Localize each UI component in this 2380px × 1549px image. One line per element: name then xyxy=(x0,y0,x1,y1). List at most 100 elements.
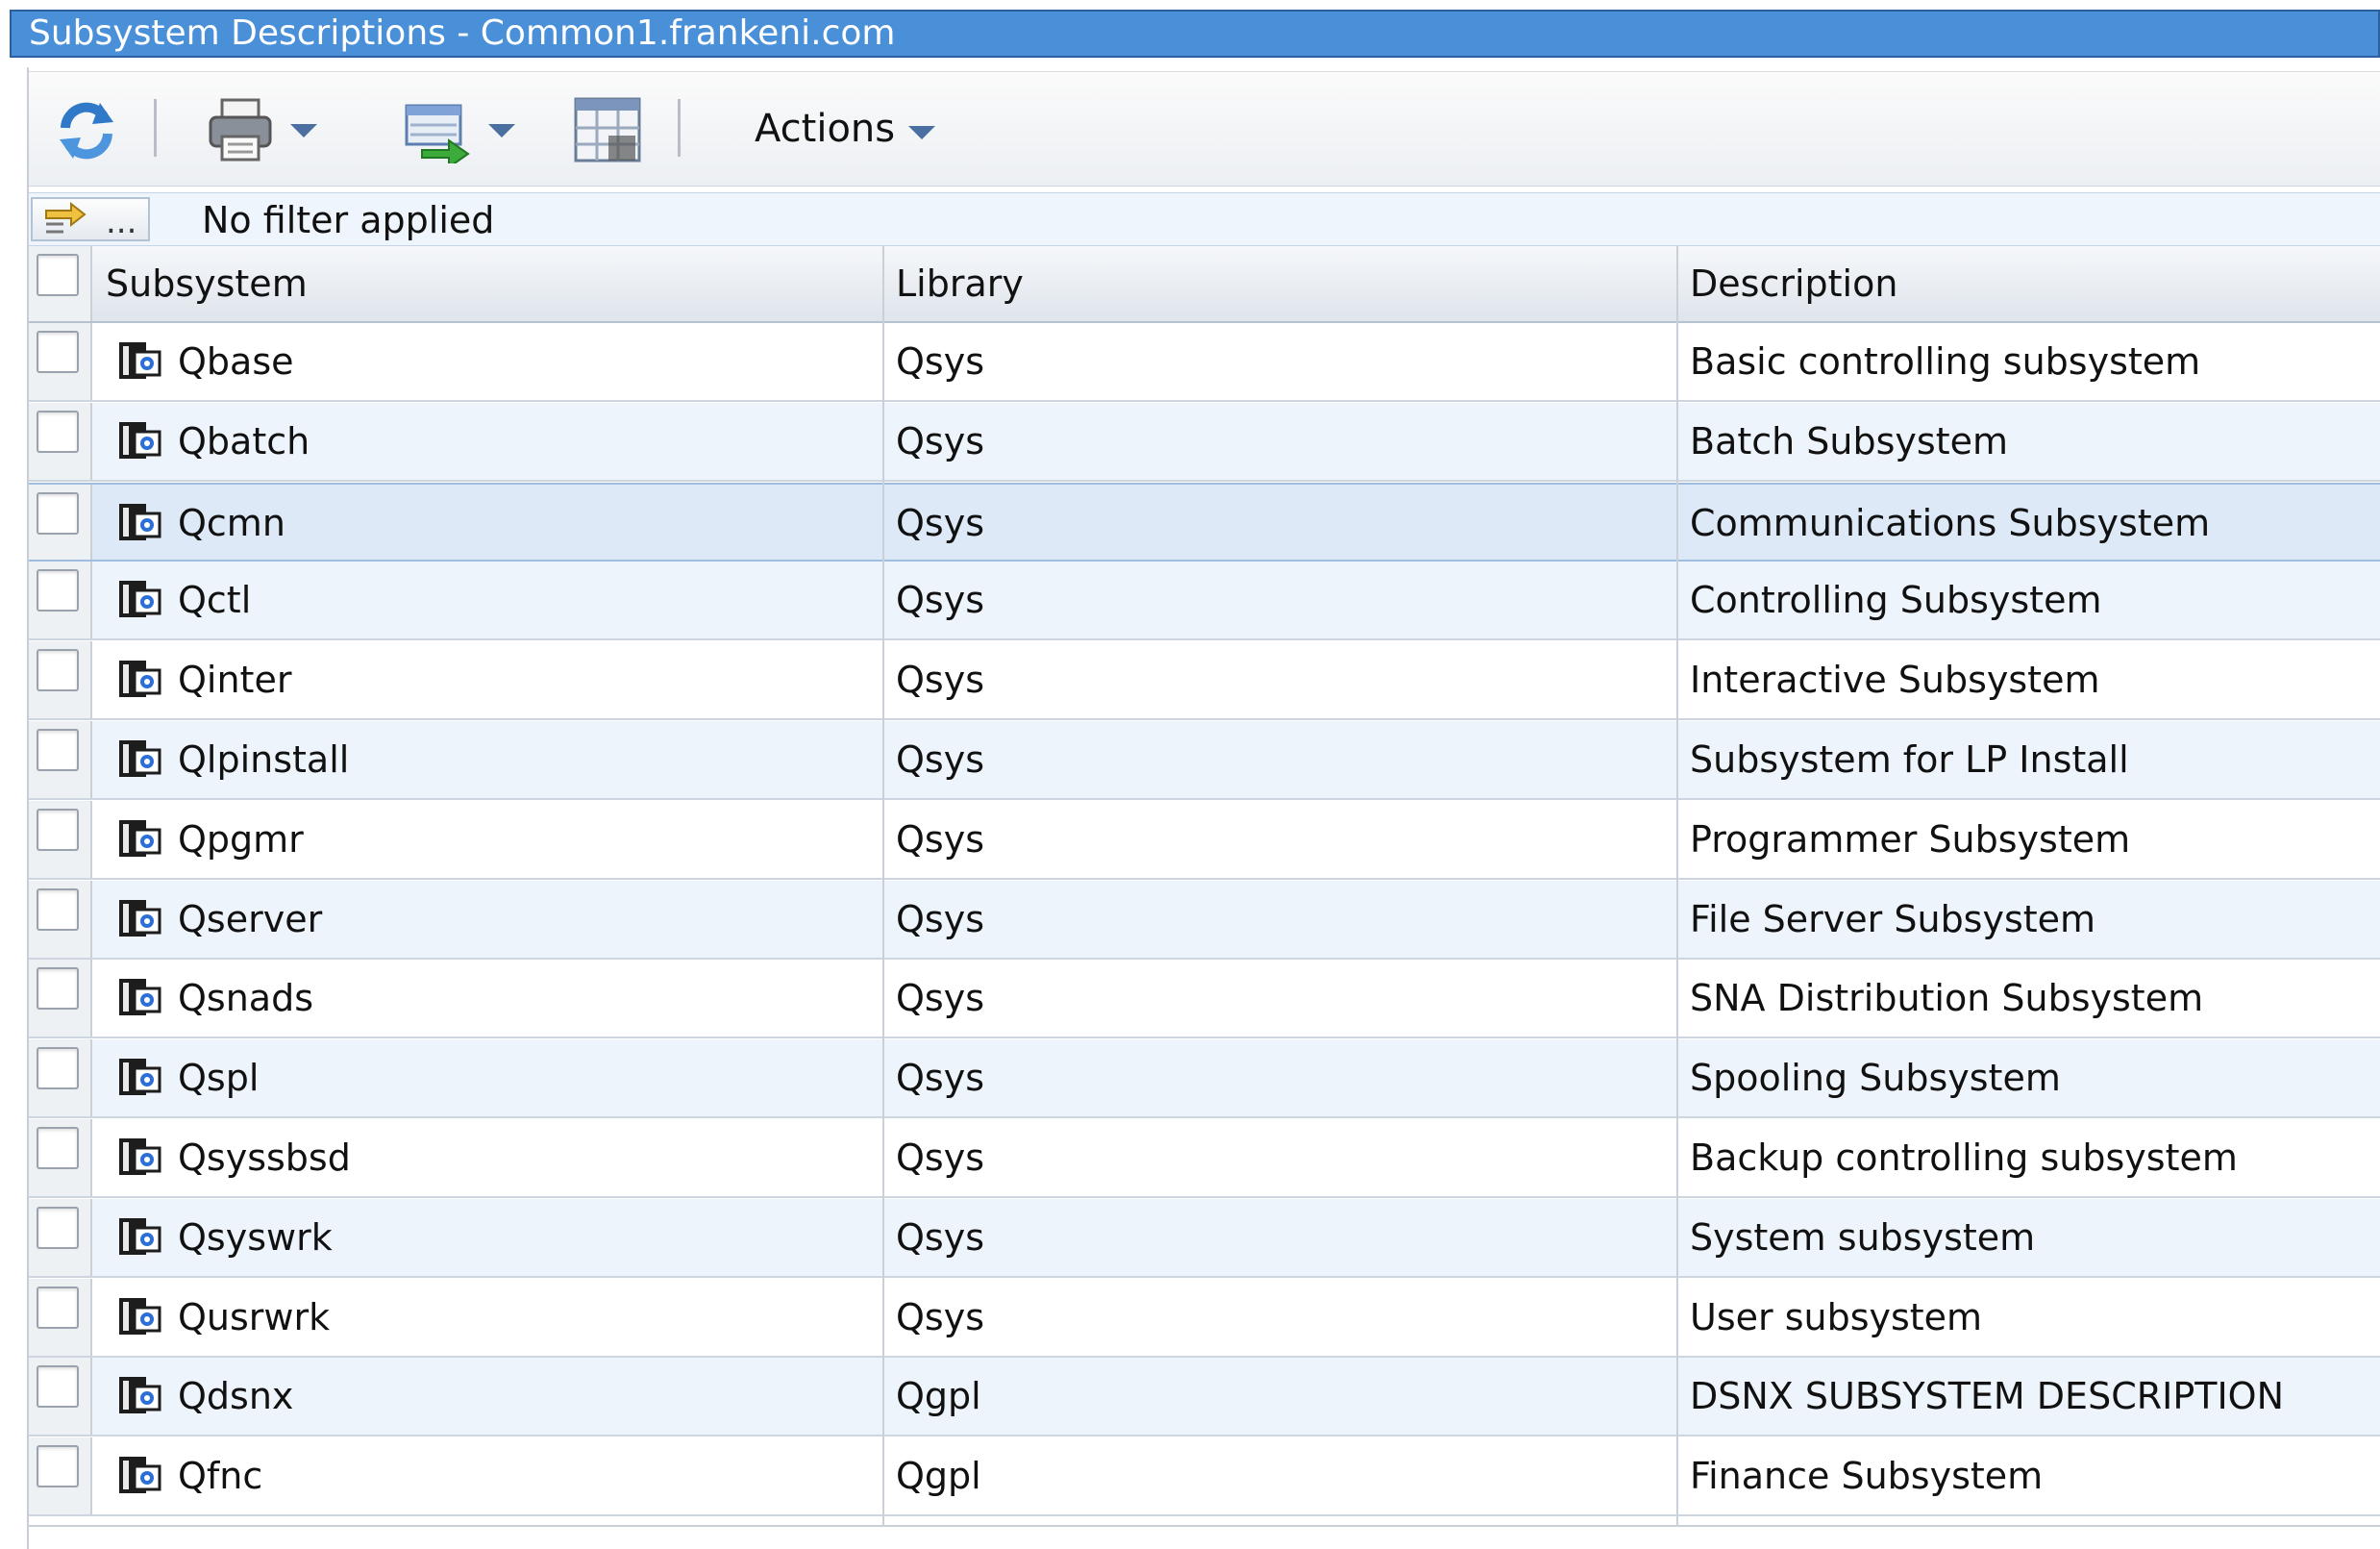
table-row[interactable]: Qsyswrk Qsys System subsystem xyxy=(29,1198,2380,1278)
table-row[interactable]: Qpgmr Qsys Programmer Subsystem xyxy=(29,800,2380,880)
row-checkbox[interactable] xyxy=(37,331,79,373)
cell-subsystem[interactable]: Qcmn xyxy=(178,485,285,562)
row-checkbox[interactable] xyxy=(37,569,79,612)
row-checkbox[interactable] xyxy=(37,410,79,453)
cell-library: Qgpl xyxy=(896,1455,981,1498)
table-row[interactable]: Qspl Qsys Spooling Subsystem xyxy=(29,1039,2380,1119)
cell-subsystem[interactable]: Qpgmr xyxy=(178,801,304,878)
cell-subsystem[interactable]: Qbase xyxy=(178,323,294,400)
table-row[interactable]: Qserver Qsys File Server Subsystem xyxy=(29,880,2380,960)
cell-subsystem[interactable]: Qbatch xyxy=(178,403,310,480)
cell-description: Subsystem for LP Install xyxy=(1690,738,2129,781)
table-row[interactable]: Qsyssbsd Qsys Backup controlling subsystem xyxy=(29,1119,2380,1198)
cell-description: DSNX SUBSYSTEM DESCRIPTION xyxy=(1690,1375,2285,1418)
row-checkbox[interactable] xyxy=(37,1047,79,1090)
header-checkbox-cell xyxy=(29,246,92,321)
filter-bar: ... No filter applied xyxy=(29,192,2380,246)
table-row[interactable]: Qinter Qsys Interactive Subsystem xyxy=(29,641,2380,721)
cell-subsystem[interactable]: Qinter xyxy=(178,641,291,718)
refresh-button[interactable] xyxy=(48,91,125,168)
cell-description: Communications Subsystem xyxy=(1690,501,2211,544)
table-row[interactable]: Qbase Qsys Basic controlling subsystem xyxy=(29,323,2380,402)
table-row[interactable]: Qctl Qsys Controlling Subsystem xyxy=(29,562,2380,641)
actions-chevron-down-icon xyxy=(908,126,935,139)
select-all-checkbox[interactable] xyxy=(37,254,79,296)
table-row[interactable]: Qbatch Qsys Batch Subsystem xyxy=(29,402,2380,482)
row-checkbox[interactable] xyxy=(37,808,79,851)
cell-subsystem[interactable]: Qctl xyxy=(178,562,251,638)
cell-library: Qsys xyxy=(896,1295,984,1338)
cell-subsystem[interactable]: Qspl xyxy=(178,1039,259,1116)
row-checkbox-cell xyxy=(29,641,92,719)
cell-subsystem[interactable]: Qsnads xyxy=(178,960,313,1037)
table-row[interactable]: Qcmn Qsys Communications Subsystem xyxy=(29,482,2380,562)
cell-library: Qsys xyxy=(896,1137,984,1179)
subsystem-icon xyxy=(119,819,161,857)
cell-subsystem[interactable]: Qserver xyxy=(178,881,322,958)
cell-library: Qsys xyxy=(896,659,984,702)
row-checkbox[interactable] xyxy=(37,649,79,692)
column-header-description[interactable]: Description xyxy=(1690,246,1897,321)
subsystem-icon xyxy=(119,1059,161,1096)
row-checkbox[interactable] xyxy=(37,1286,79,1329)
column-header-subsystem[interactable]: Subsystem xyxy=(106,246,308,321)
row-checkbox[interactable] xyxy=(37,1445,79,1488)
table-row[interactable]: Qdsnx Qgpl DSNX SUBSYSTEM DESCRIPTION xyxy=(29,1358,2380,1437)
actions-menu[interactable]: Actions xyxy=(745,91,956,168)
table-row[interactable]: Qsnads Qsys SNA Distribution Subsystem xyxy=(29,960,2380,1039)
cell-library: Qgpl xyxy=(896,1375,981,1418)
table-row[interactable]: Qfnc Qgpl Finance Subsystem xyxy=(29,1437,2380,1517)
column-divider xyxy=(882,246,884,1527)
row-checkbox[interactable] xyxy=(37,967,79,1011)
row-checkbox-cell xyxy=(29,1119,92,1196)
subsystem-icon xyxy=(119,342,161,379)
cell-library: Qsys xyxy=(896,1215,984,1259)
print-dropdown-chevron-icon[interactable] xyxy=(290,124,317,137)
row-checkbox[interactable] xyxy=(37,1206,79,1249)
cell-subsystem[interactable]: Qdsnx xyxy=(178,1358,293,1435)
row-checkbox-cell xyxy=(29,721,92,798)
cell-description: Finance Subsystem xyxy=(1690,1455,2044,1498)
row-checkbox-cell xyxy=(29,323,92,400)
cell-description: Spooling Subsystem xyxy=(1690,1057,2061,1100)
print-button[interactable] xyxy=(202,91,279,168)
window-title: Subsystem Descriptions - Common1.franken… xyxy=(10,10,2380,58)
cell-subsystem[interactable]: Qlpinstall xyxy=(178,721,349,798)
cell-library: Qsys xyxy=(896,1057,984,1100)
row-checkbox[interactable] xyxy=(37,1127,79,1169)
row-checkbox[interactable] xyxy=(37,1365,79,1409)
export-dropdown-chevron-icon[interactable] xyxy=(488,124,515,137)
subsystem-icon xyxy=(119,581,161,618)
cell-description: Controlling Subsystem xyxy=(1690,579,2102,622)
cell-subsystem[interactable]: Qsyssbsd xyxy=(178,1119,351,1196)
subsystem-icon xyxy=(119,1297,161,1335)
subsystem-icon xyxy=(119,1457,161,1494)
cell-library: Qsys xyxy=(896,977,984,1020)
subsystem-icon xyxy=(119,1377,161,1414)
cell-description: User subsystem xyxy=(1690,1295,1983,1338)
cell-subsystem[interactable]: Qfnc xyxy=(178,1437,262,1514)
column-divider xyxy=(1676,246,1678,1527)
refresh-icon xyxy=(60,102,113,160)
cell-library: Qsys xyxy=(896,579,984,622)
table-row[interactable]: Qusrwrk Qsys User subsystem xyxy=(29,1278,2380,1358)
row-checkbox[interactable] xyxy=(37,491,79,535)
table-settings-button[interactable] xyxy=(567,89,648,170)
cell-subsystem[interactable]: Qusrwrk xyxy=(178,1279,330,1356)
cell-library: Qsys xyxy=(896,738,984,781)
row-checkbox[interactable] xyxy=(37,729,79,771)
export-icon xyxy=(405,104,470,163)
toolbar-separator xyxy=(154,99,157,157)
export-button[interactable] xyxy=(399,91,476,168)
cell-library: Qsys xyxy=(896,817,984,861)
cell-library: Qsys xyxy=(896,419,984,462)
filter-button[interactable]: ... xyxy=(31,197,150,241)
subsystem-icon xyxy=(119,899,161,937)
row-checkbox[interactable] xyxy=(37,887,79,931)
row-checkbox-cell xyxy=(29,562,92,639)
table-footer-line xyxy=(29,1525,2380,1527)
column-header-library[interactable]: Library xyxy=(896,246,1024,321)
table-row[interactable]: Qlpinstall Qsys Subsystem for LP Install xyxy=(29,721,2380,800)
cell-subsystem[interactable]: Qsyswrk xyxy=(178,1199,333,1276)
row-checkbox-cell xyxy=(29,800,92,878)
